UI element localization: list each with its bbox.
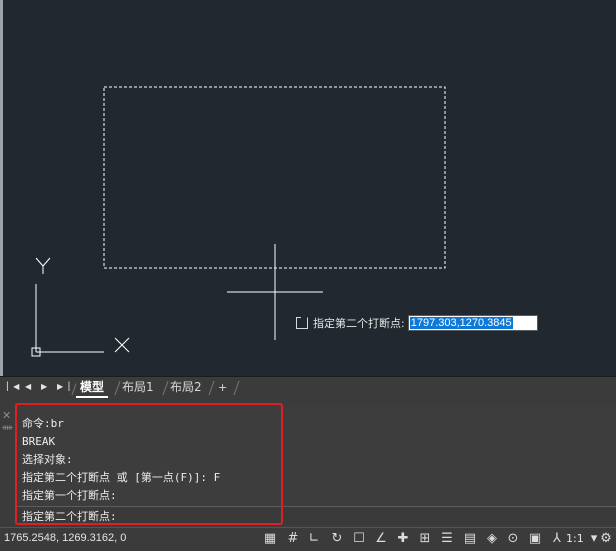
command-prompt-text: 指定第二个打断点: — [22, 510, 117, 523]
annotation-scale[interactable]: 1:1 — [566, 532, 584, 545]
command-history: 命令:br BREAK 选择对象: 指定第二个打断点 或 [第一点(F)]: F… — [22, 415, 220, 505]
history-line: 指定第二个打断点 或 [第一点(F)]: F — [22, 471, 221, 484]
dynamic-input-toggle-icon[interactable]: ⊞ — [417, 531, 433, 547]
pin-icon[interactable]: ᚔ — [2, 422, 14, 434]
status-bar: 1765.2548, 1269.3162, 0 ▦ # ∟ ↻ ☐ ∠ ✚ ⊞ … — [0, 527, 616, 551]
ortho-icon[interactable]: ∟ — [306, 531, 322, 547]
layout-tab-bar: ▏◀ ◀ ▶ ▶▕ 模型 布局1 布局2 + — [0, 376, 616, 398]
tab-layout2[interactable]: 布局2 — [166, 379, 206, 396]
tab-layout1[interactable]: 布局1 — [118, 379, 158, 396]
transparency-icon[interactable]: ▤ — [462, 531, 478, 547]
next-tab-icon[interactable]: ▶ — [41, 382, 47, 392]
dynamic-input-prompt: 指定第二个打断点: 1797.303,1270.3845 — [296, 314, 538, 332]
command-window-handle: ✕ ᚔ — [2, 410, 14, 520]
tab-divider — [233, 381, 240, 395]
history-line: 选择对象: — [22, 453, 73, 466]
history-line: 指定第一个打断点: — [22, 489, 117, 502]
grid-icon[interactable]: ▦ — [262, 531, 278, 547]
settings-icon[interactable]: ⚙ — [598, 531, 614, 547]
history-line: 命令:br — [22, 417, 64, 430]
first-tab-icon[interactable]: ▏◀ — [7, 382, 19, 392]
model-space-icon[interactable]: ▣ — [527, 531, 543, 547]
close-icon[interactable]: ✕ — [2, 410, 14, 422]
command-input[interactable]: 指定第二个打断点: — [16, 506, 616, 525]
selected-rectangle[interactable] — [103, 86, 446, 269]
dynamic-ucs-icon[interactable]: ✚ — [395, 531, 411, 547]
dynamic-prompt-label: 指定第二个打断点: — [313, 317, 405, 330]
command-window: 命令:br BREAK 选择对象: 指定第二个打断点 或 [第一点(F)]: F… — [16, 406, 616, 526]
history-line: BREAK — [22, 435, 56, 448]
dynamic-input-icon — [296, 317, 308, 329]
selection-cycling-icon[interactable]: ◈ — [484, 531, 500, 547]
last-tab-icon[interactable]: ▶▕ — [57, 382, 69, 392]
snap-icon[interactable]: # — [285, 531, 301, 547]
ucs-icon — [31, 257, 130, 357]
panel-splitter[interactable] — [0, 398, 616, 406]
polar-tracking-icon[interactable]: ↻ — [329, 531, 345, 547]
lineweight-icon[interactable]: ☰ — [439, 531, 455, 547]
add-layout-button[interactable]: + — [214, 379, 231, 396]
dynamic-coordinate-input[interactable]: 1797.303,1270.3845 — [407, 315, 538, 331]
annotation-icon[interactable]: ⅄ — [549, 531, 565, 547]
osnap-icon[interactable]: ☐ — [351, 531, 367, 547]
otrack-icon[interactable]: ∠ — [373, 531, 389, 547]
drawing-canvas[interactable]: 指定第二个打断点: 1797.303,1270.3845 — [0, 0, 616, 376]
search-icon[interactable]: ⊙ — [505, 531, 521, 547]
tab-model[interactable]: 模型 — [76, 379, 109, 398]
dynamic-coordinate-value: 1797.303,1270.3845 — [409, 317, 513, 329]
prev-tab-icon[interactable]: ◀ — [25, 382, 31, 392]
cursor-coordinates: 1765.2548, 1269.3162, 0 — [4, 532, 127, 544]
